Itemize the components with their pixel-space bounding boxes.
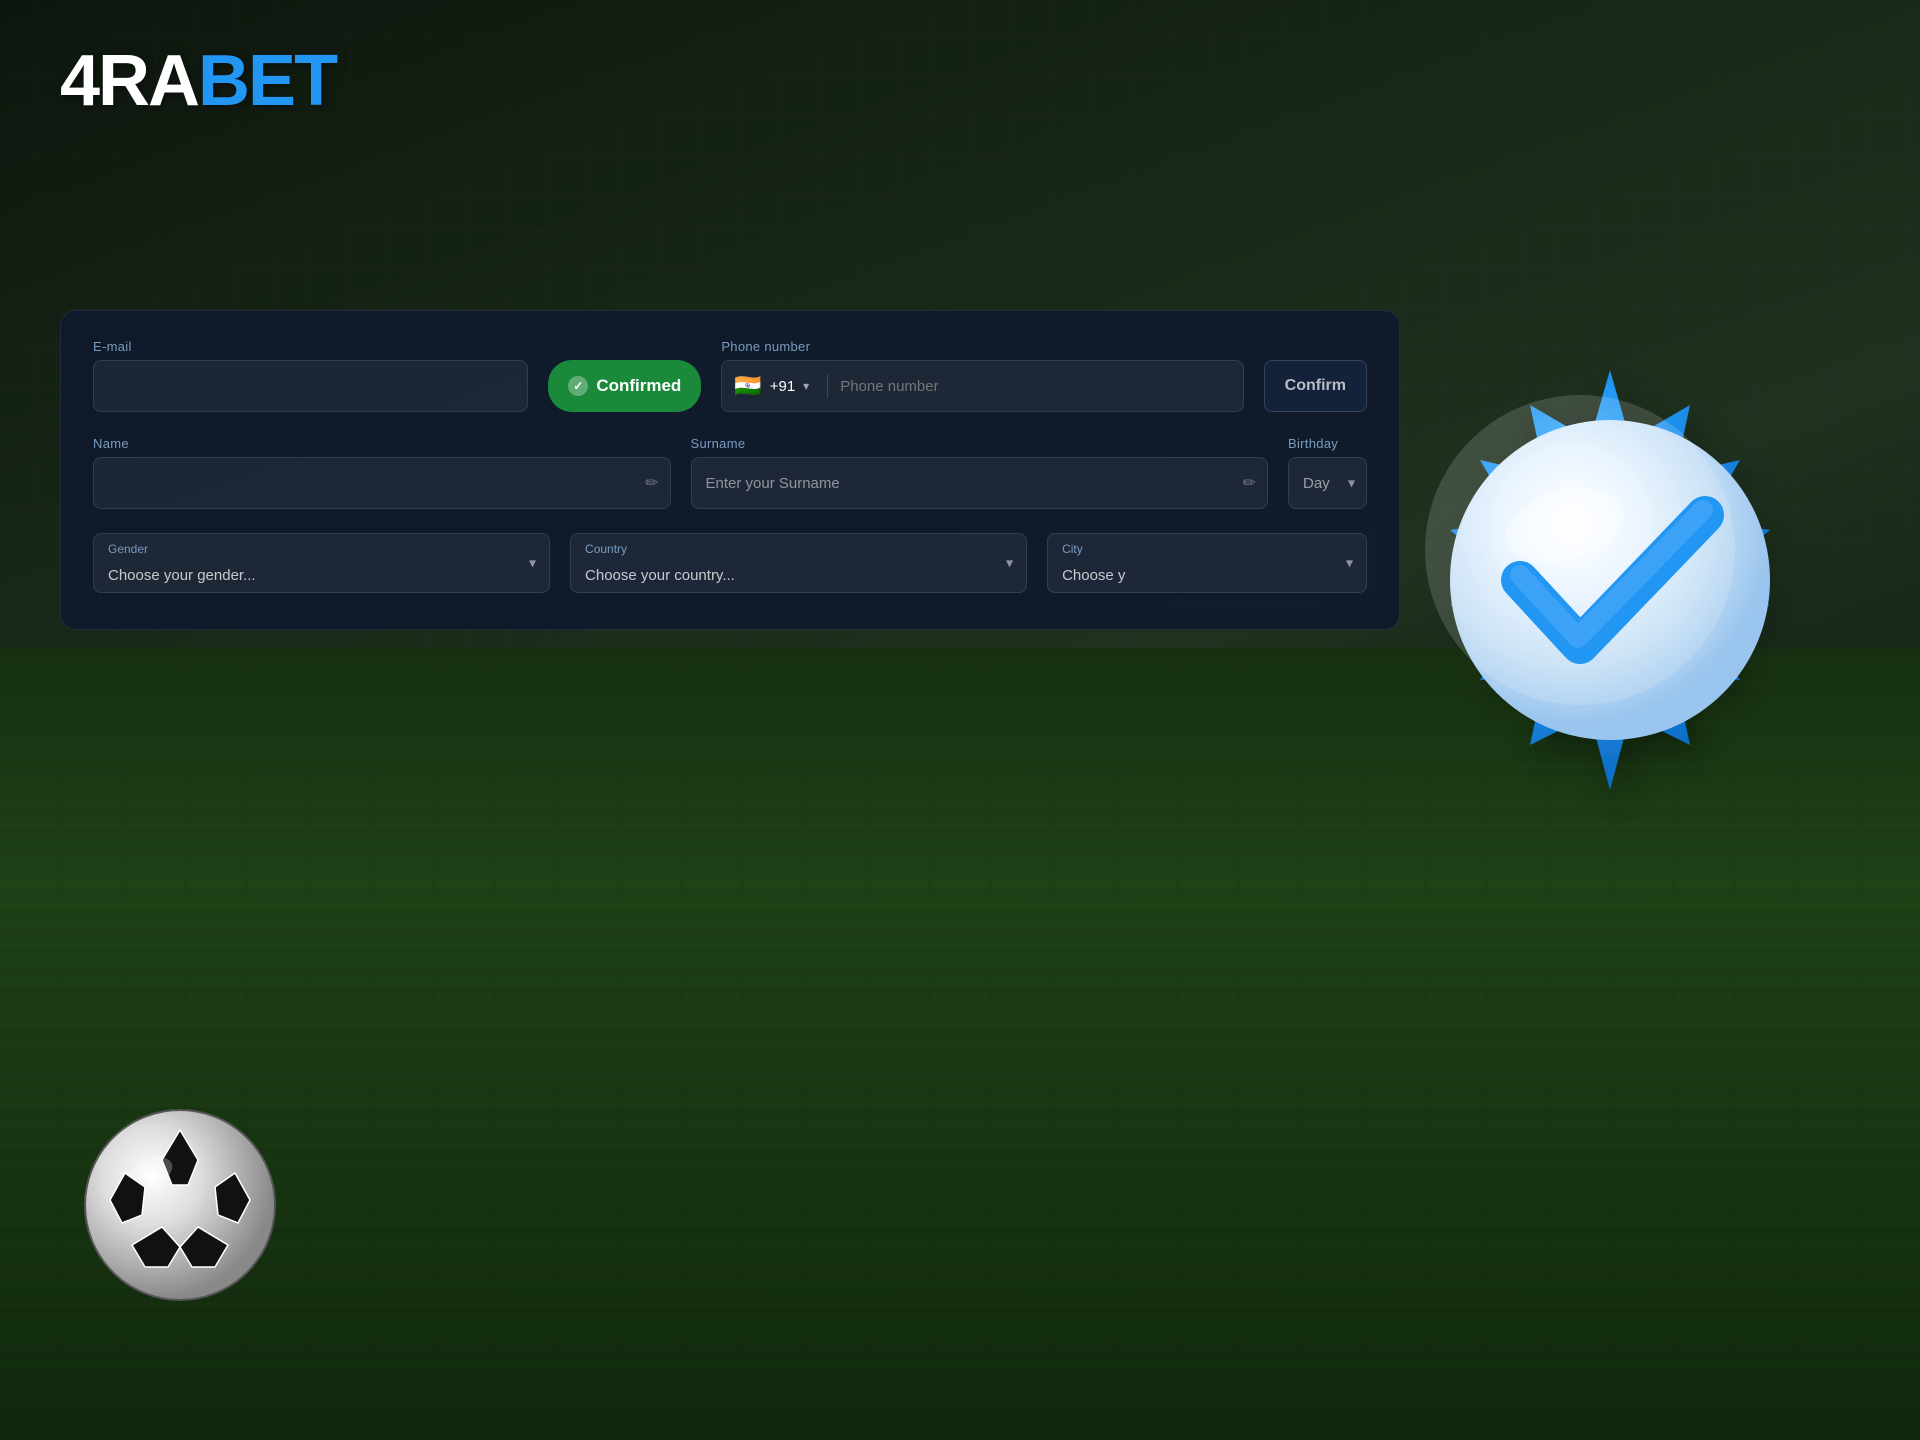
city-field-group: City Choose y ▾ [1047,533,1367,593]
confirmed-label: Confirmed [596,376,681,396]
gender-chevron-icon: ▾ [529,555,536,572]
country-chevron-icon: ▾ [1006,555,1013,572]
phone-input-wrapper: 🇮🇳 +91 ▾ [721,360,1243,412]
phone-label: Phone number [721,339,1243,354]
birthday-day-select[interactable]: Day 123 [1288,457,1367,509]
city-label: City [1062,542,1326,556]
name-input-wrapper: ✏ [93,457,671,509]
email-input[interactable] [93,360,528,412]
name-surname-birthday-row: Name ✏ Surname ✏ Birthday Day 123 ▾ [93,436,1367,509]
email-field-group: E-mail [93,339,528,412]
soccer-ball-svg [80,1105,280,1305]
confirmed-badge: ✓ Confirmed [548,360,701,412]
surname-input[interactable] [691,457,1269,509]
confirmed-check-icon: ✓ [568,376,588,396]
email-label: E-mail [93,339,528,354]
birthday-label: Birthday [1288,436,1367,451]
email-phone-row: E-mail ✓ Confirmed Phone number 🇮🇳 +91 ▾… [93,339,1367,412]
logo-part1: 4RA [60,41,198,121]
birthday-day-wrapper: Day 123 ▾ [1288,457,1367,509]
logo-text: 4RABET [60,40,336,122]
phone-number-input[interactable] [840,378,1230,395]
phone-field-group: Phone number 🇮🇳 +91 ▾ [721,339,1243,412]
logo: 4RABET [60,40,336,122]
name-edit-icon[interactable]: ✏ [645,473,658,493]
surname-input-wrapper: ✏ [691,457,1269,509]
gender-country-city-row: Gender Choose your gender... ▾ Country C… [93,533,1367,593]
name-input[interactable] [93,457,671,509]
dial-code: +91 [770,378,795,395]
verified-badge-decoration [1350,350,1870,870]
country-label: Country [585,542,986,556]
gender-label: Gender [108,542,509,556]
surname-edit-icon[interactable]: ✏ [1243,473,1256,493]
name-field-group: Name ✏ [93,436,671,509]
gender-dropdown[interactable]: Gender Choose your gender... ▾ [93,533,550,593]
country-field-group: Country Choose your country... ▾ [570,533,1027,593]
birthday-field-group: Birthday Day 123 ▾ [1288,436,1367,509]
gender-field-group: Gender Choose your gender... ▾ [93,533,550,593]
india-flag-icon: 🇮🇳 [734,375,761,397]
surname-field-group: Surname ✏ [691,436,1269,509]
logo-part2: BET [198,41,336,121]
soccer-ball-decoration [80,1105,280,1310]
name-label: Name [93,436,671,451]
city-value: Choose y [1062,567,1326,584]
confirm-button[interactable]: Confirm [1264,360,1367,412]
surname-label: Surname [691,436,1269,451]
city-chevron-icon: ▾ [1346,555,1353,572]
phone-divider [827,374,828,398]
city-dropdown[interactable]: City Choose y ▾ [1047,533,1367,593]
country-dropdown[interactable]: Country Choose your country... ▾ [570,533,1027,593]
phone-country-chevron[interactable]: ▾ [803,379,809,393]
registration-form: E-mail ✓ Confirmed Phone number 🇮🇳 +91 ▾… [60,310,1400,630]
gender-value: Choose your gender... [108,567,509,584]
verified-badge-svg [1350,350,1870,870]
country-value: Choose your country... [585,567,986,584]
